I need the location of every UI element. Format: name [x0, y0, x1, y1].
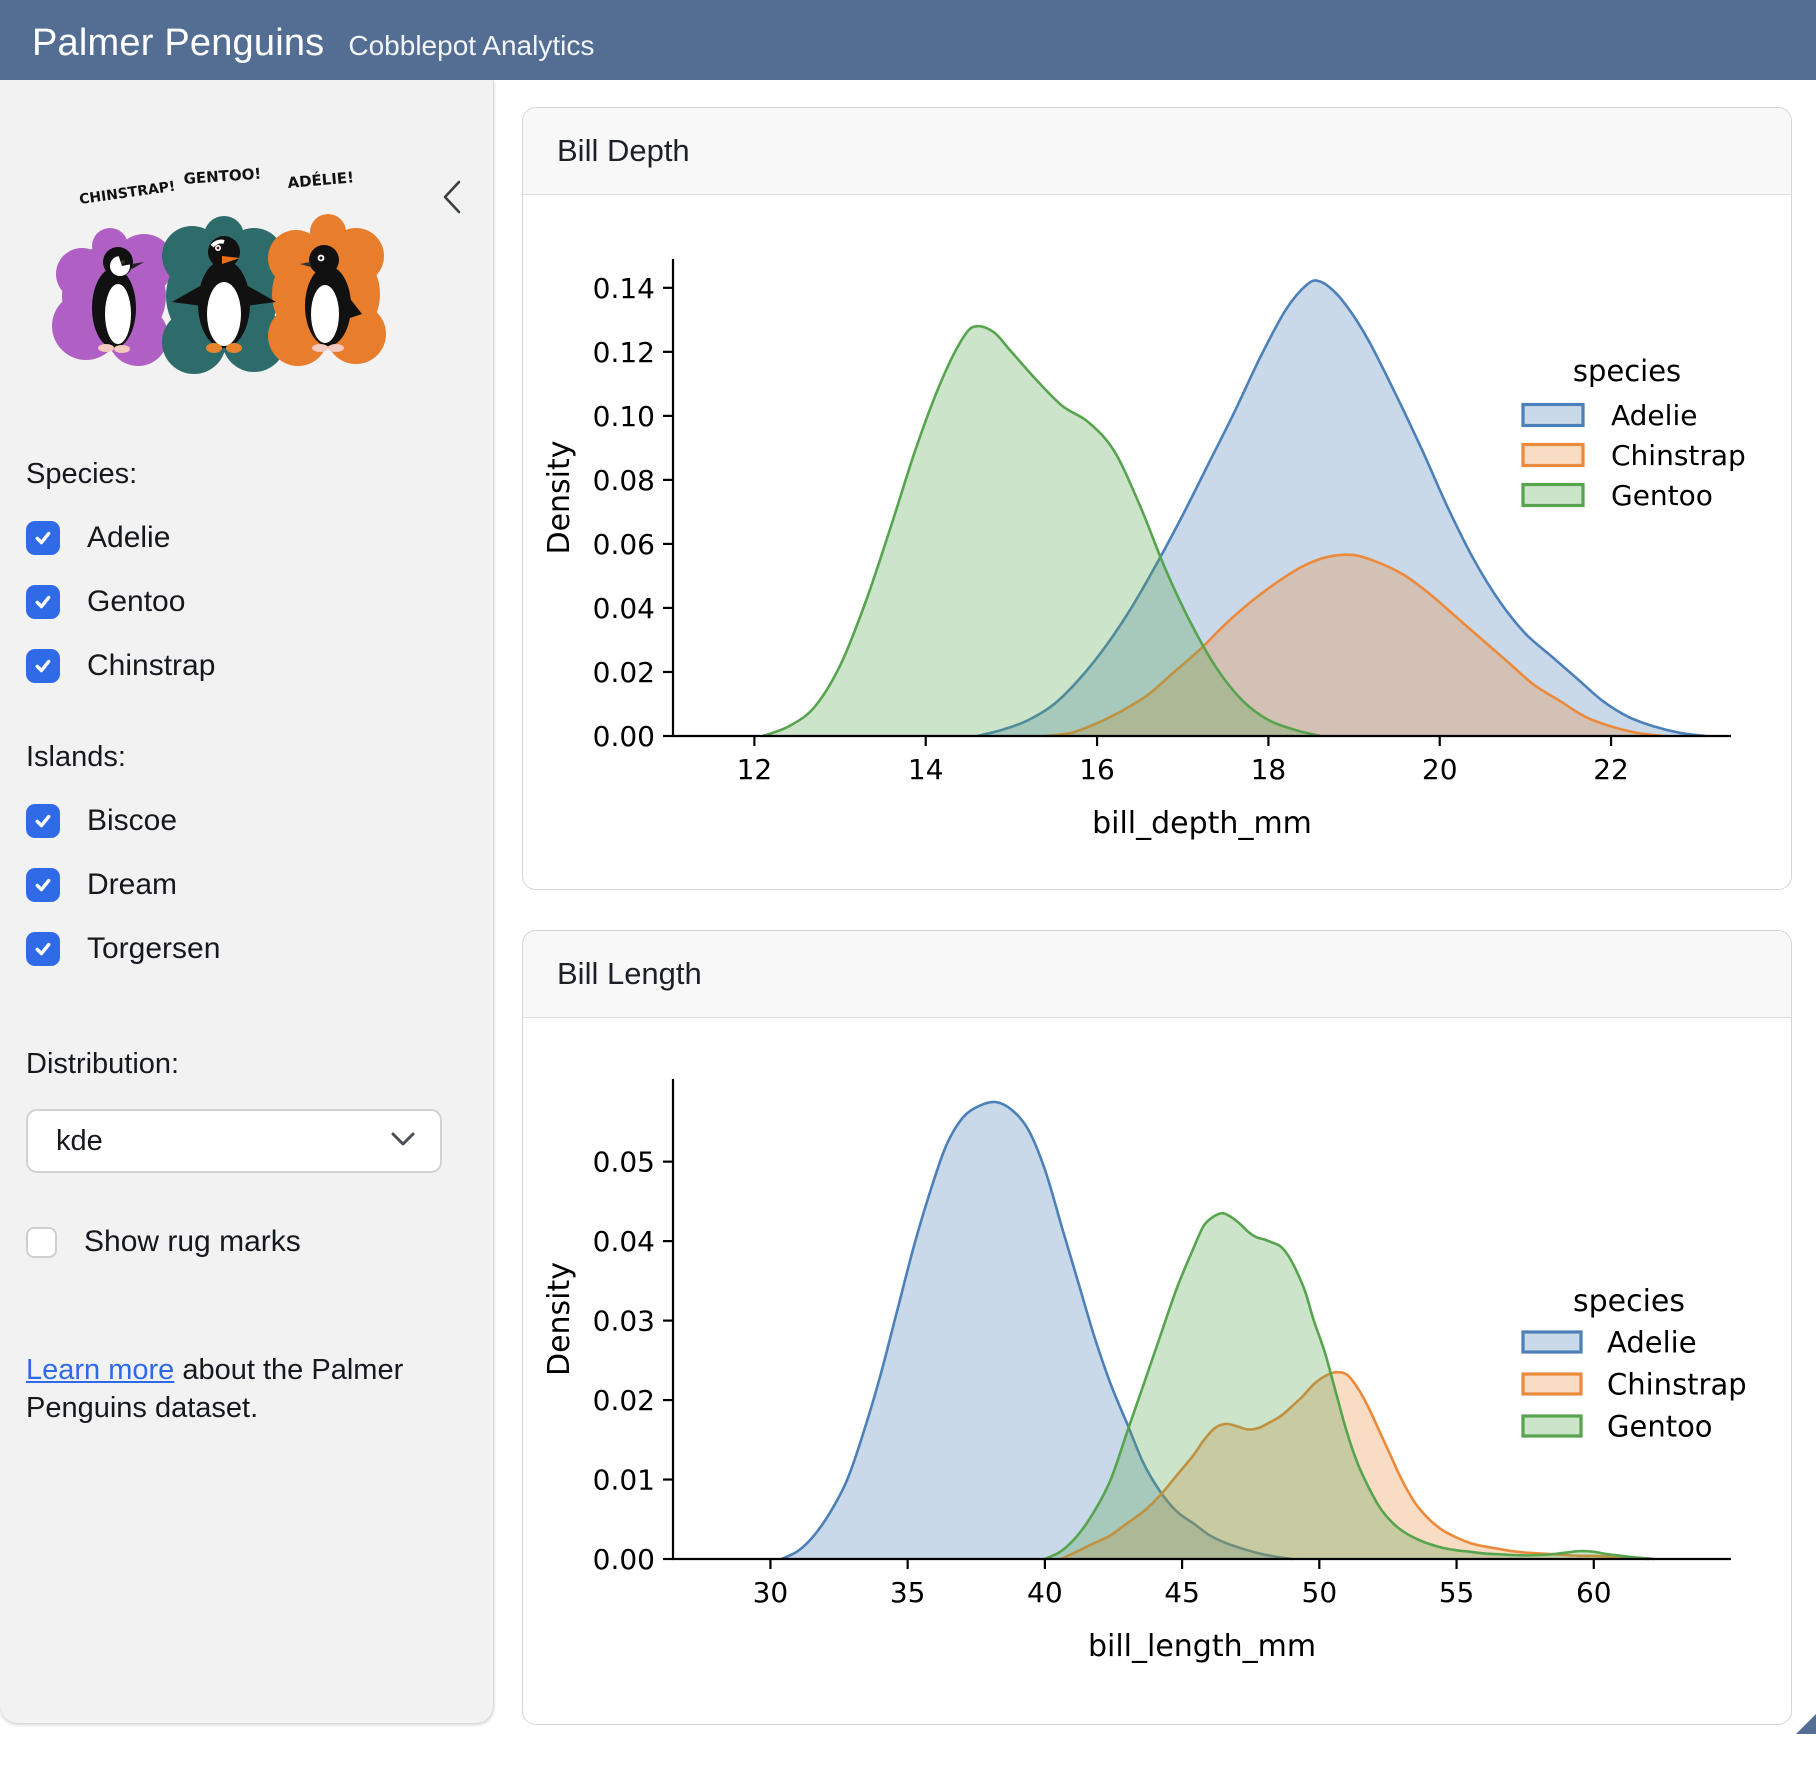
checkbox-row-torgersen[interactable]: Torgersen — [26, 932, 467, 966]
penguins-artwork: CHINSTRAP! GENTOO! ADÉLIE! — [26, 136, 446, 418]
svg-text:0.04: 0.04 — [593, 592, 655, 625]
svg-text:0.02: 0.02 — [593, 656, 655, 689]
species-label: Species: — [26, 458, 467, 491]
legend-patch-adelie — [1523, 405, 1583, 426]
checkbox-row-biscoe[interactable]: Biscoe — [26, 804, 467, 838]
legend-label-gentoo: Gentoo — [1607, 1409, 1713, 1443]
svg-text:35: 35 — [890, 1576, 926, 1609]
checkbox-row-dream[interactable]: Dream — [26, 868, 467, 902]
legend-title: species — [1573, 354, 1681, 388]
torgersen-checkbox-label[interactable]: Torgersen — [87, 932, 220, 966]
x-axis-label: bill_length_mm — [1088, 1629, 1316, 1664]
svg-text:0.00: 0.00 — [593, 1543, 655, 1576]
svg-text:16: 16 — [1079, 753, 1115, 786]
biscoe-checkbox[interactable] — [26, 804, 60, 838]
rug-checkbox-row[interactable]: Show rug marks — [26, 1225, 467, 1259]
legend-label-adelie: Adelie — [1607, 1325, 1697, 1359]
legend-label-chinstrap: Chinstrap — [1611, 439, 1746, 472]
distribution-select[interactable]: kde — [26, 1109, 442, 1173]
legend: species Adelie Chinstrap Gentoo — [1523, 354, 1746, 512]
app-subtitle: Cobblepot Analytics — [348, 30, 594, 62]
bill-length-card-title: Bill Length — [523, 931, 1791, 1018]
bill-depth-card-title: Bill Depth — [523, 108, 1791, 195]
svg-text:0.03: 0.03 — [593, 1305, 655, 1338]
x-axis-label: bill_depth_mm — [1092, 806, 1312, 841]
chinstrap-checkbox-label[interactable]: Chinstrap — [87, 649, 215, 683]
y-axis-label: Density — [542, 440, 577, 554]
rug-checkbox-label[interactable]: Show rug marks — [84, 1225, 301, 1259]
legend: species Adelie Chinstrap Gentoo — [1523, 1284, 1747, 1443]
checkbox-row-chinstrap[interactable]: Chinstrap — [26, 649, 467, 683]
main-content: Bill Depth 12 14 16 18 20 22 0.00 0.02 0.04 0.06 0… — [494, 80, 1816, 1765]
legend-title: species — [1573, 1284, 1685, 1319]
legend-patch-gentoo — [1523, 485, 1583, 506]
gentoo-label: GENTOO! — [183, 165, 262, 188]
biscoe-checkbox-label[interactable]: Biscoe — [87, 804, 177, 838]
svg-text:0.08: 0.08 — [593, 464, 655, 497]
svg-text:60: 60 — [1576, 1576, 1612, 1609]
distribution-select-value: kde — [56, 1125, 103, 1158]
svg-text:12: 12 — [737, 753, 773, 786]
legend-patch-chinstrap — [1523, 445, 1583, 466]
svg-text:0.00: 0.00 — [593, 720, 655, 753]
bill-depth-kde-chart: 12 14 16 18 20 22 0.00 0.02 0.04 0.06 0.08 0.10 0.12… — [523, 201, 1791, 889]
legend-patch-adelie — [1523, 1332, 1581, 1352]
svg-text:0.06: 0.06 — [593, 528, 655, 561]
svg-text:30: 30 — [753, 1576, 789, 1609]
legend-patch-gentoo — [1523, 1416, 1581, 1436]
chinstrap-checkbox[interactable] — [26, 649, 60, 683]
svg-text:0.14: 0.14 — [593, 272, 655, 305]
resize-grip[interactable] — [1796, 1714, 1816, 1734]
chevron-down-icon — [390, 1131, 416, 1152]
kde-series — [763, 280, 1705, 736]
svg-text:0.05: 0.05 — [593, 1146, 655, 1179]
legend-patch-chinstrap — [1523, 1374, 1581, 1394]
svg-text:0.02: 0.02 — [593, 1384, 655, 1417]
dream-checkbox-label[interactable]: Dream — [87, 868, 177, 902]
learn-more-text: Learn more about the Palmer Penguins dat… — [26, 1351, 416, 1428]
islands-label: Islands: — [26, 741, 467, 774]
svg-text:40: 40 — [1027, 1576, 1063, 1609]
legend-label-chinstrap: Chinstrap — [1607, 1367, 1747, 1401]
chevron-left-icon — [441, 179, 463, 218]
svg-text:20: 20 — [1422, 753, 1458, 786]
header-bar: Palmer Penguins Cobblepot Analytics — [0, 0, 1816, 80]
card-bill-depth: Bill Depth 12 14 16 18 20 22 0.00 0.02 0.04 0.06 0… — [522, 107, 1792, 890]
y-axis-label: Density — [542, 1262, 577, 1376]
adelie-checkbox[interactable] — [26, 521, 60, 555]
gentoo-checkbox[interactable] — [26, 585, 60, 619]
learn-more-link[interactable]: Learn more — [26, 1354, 174, 1386]
svg-text:0.12: 0.12 — [593, 336, 655, 369]
distribution-label: Distribution: — [26, 1048, 467, 1081]
chinstrap-label: CHINSTRAP! — [78, 179, 176, 208]
svg-text:0.04: 0.04 — [593, 1225, 655, 1258]
svg-text:22: 22 — [1593, 753, 1629, 786]
sidebar-collapse-button[interactable] — [435, 176, 469, 220]
svg-text:0.10: 0.10 — [593, 400, 655, 433]
svg-text:55: 55 — [1439, 1576, 1475, 1609]
rug-checkbox[interactable] — [26, 1227, 57, 1258]
app-title: Palmer Penguins — [32, 22, 324, 65]
svg-text:45: 45 — [1164, 1576, 1200, 1609]
checkbox-row-adelie[interactable]: Adelie — [26, 521, 467, 555]
card-bill-length: Bill Length 30 35 40 45 50 55 60 0.00 0.01 0.02 0.… — [522, 930, 1792, 1725]
bill-length-kde-chart: 30 35 40 45 50 55 60 0.00 0.01 0.02 0.03 0.04 0.05 bi… — [523, 1024, 1791, 1724]
legend-label-gentoo: Gentoo — [1611, 479, 1713, 512]
checkbox-row-gentoo[interactable]: Gentoo — [26, 585, 467, 619]
svg-text:0.01: 0.01 — [593, 1464, 655, 1497]
torgersen-checkbox[interactable] — [26, 932, 60, 966]
svg-text:50: 50 — [1302, 1576, 1338, 1609]
svg-text:14: 14 — [908, 753, 944, 786]
adelie-checkbox-label[interactable]: Adelie — [87, 521, 170, 555]
sidebar: CHINSTRAP! GENTOO! ADÉLIE! Species: Adel… — [0, 80, 494, 1723]
adelie-label: ADÉLIE! — [287, 167, 355, 192]
legend-label-adelie: Adelie — [1611, 399, 1697, 432]
gentoo-checkbox-label[interactable]: Gentoo — [87, 585, 185, 619]
svg-text:18: 18 — [1251, 753, 1287, 786]
dream-checkbox[interactable] — [26, 868, 60, 902]
